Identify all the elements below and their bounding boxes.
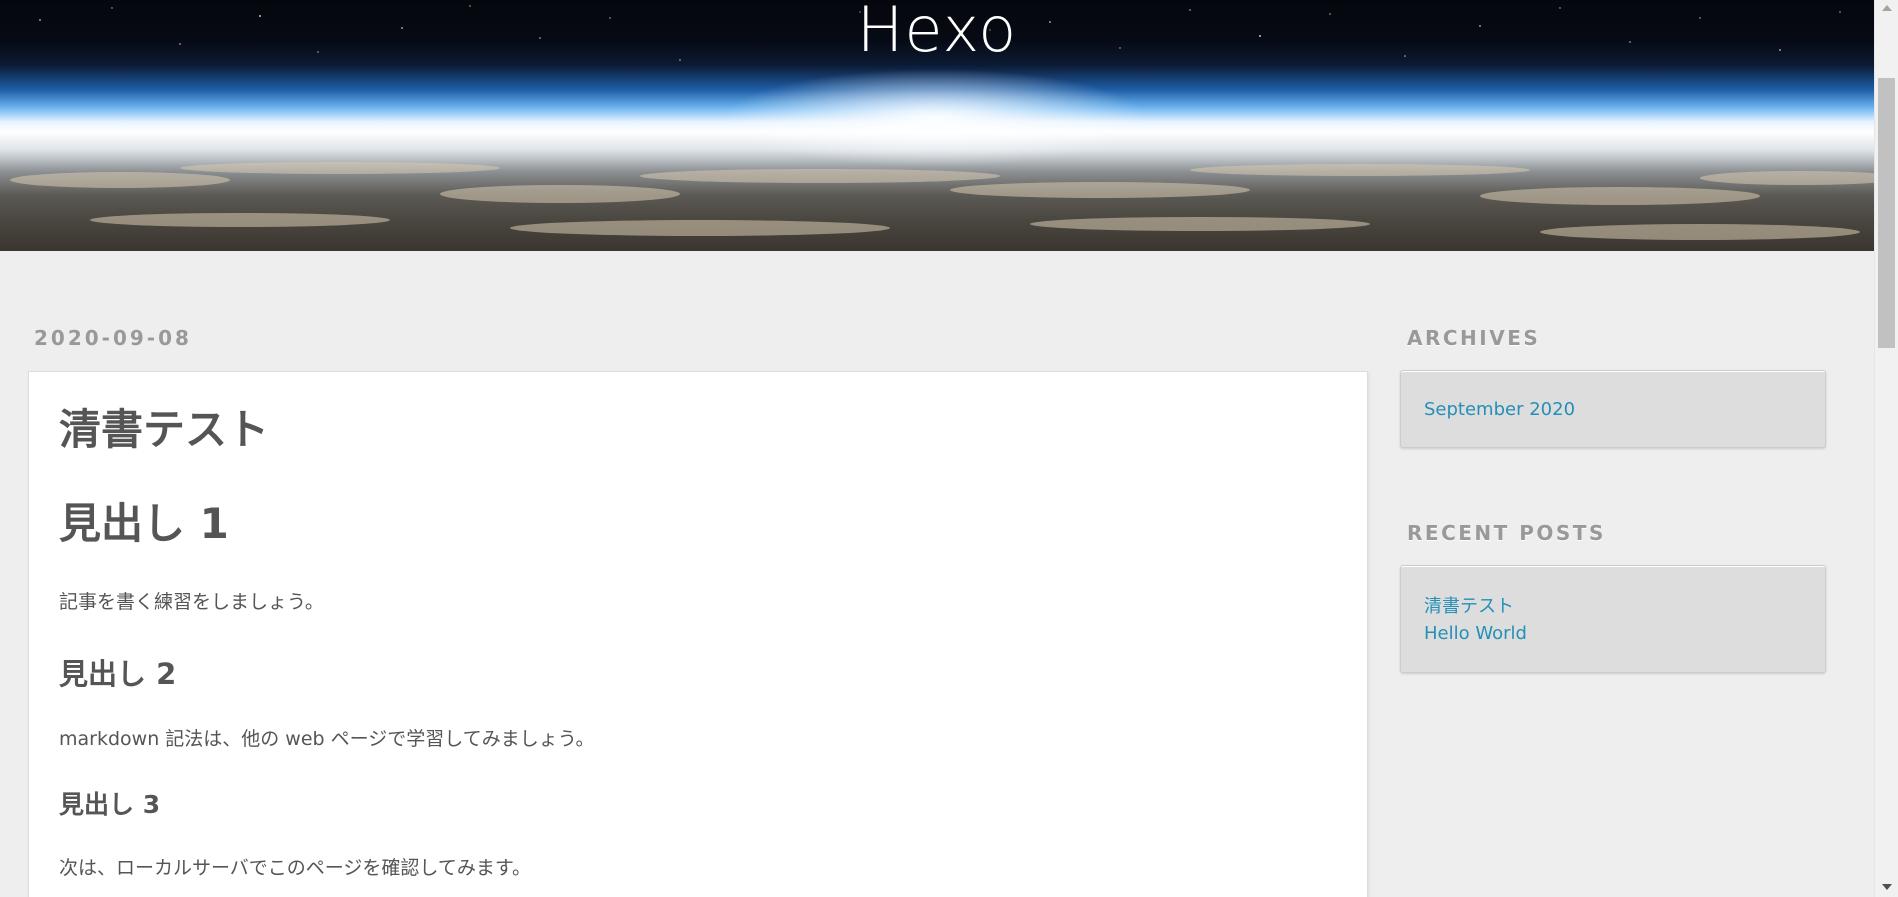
vertical-scrollbar[interactable] — [1874, 0, 1898, 897]
recent-posts-widget: 清書テスト Hello World — [1400, 565, 1826, 673]
scrollbar-thumb[interactable] — [1878, 78, 1895, 348]
site-banner: Hexo — [0, 0, 1874, 251]
site-title-link[interactable]: Hexo — [0, 0, 1874, 66]
article-title[interactable]: 清書テスト — [59, 396, 269, 457]
content-heading-3: 見出し 3 — [59, 790, 161, 819]
archives-widget: September 2020 — [1400, 370, 1826, 448]
recent-posts-widget-title: RECENT POSTS — [1407, 521, 1606, 545]
scroll-down-arrow-icon[interactable] — [1882, 884, 1892, 890]
page: Hexo 2020-09-08 清書テスト 見出し 1 記事を書く練習をしましょ… — [0, 0, 1898, 897]
content-paragraph-2: markdown 記法は、他の web ページで学習してみましょう。 — [59, 728, 595, 750]
clouds-decoration — [10, 162, 1874, 240]
recent-post-link[interactable]: Hello World — [1424, 623, 1527, 644]
article-card: 清書テスト 見出し 1 記事を書く練習をしましょう。 見出し 2 markdow… — [28, 371, 1368, 897]
archives-widget-title: ARCHIVES — [1407, 326, 1541, 350]
content-heading-1: 見出し 1 — [59, 499, 229, 548]
article-date[interactable]: 2020-09-08 — [34, 326, 192, 350]
scroll-up-arrow-icon[interactable] — [1882, 5, 1892, 11]
content-paragraph-1: 記事を書く練習をしましょう。 — [59, 591, 324, 613]
content-heading-2: 見出し 2 — [59, 657, 177, 691]
archive-link-september-2020[interactable]: September 2020 — [1424, 399, 1575, 420]
recent-post-link[interactable]: 清書テスト — [1424, 592, 1514, 618]
content-paragraph-3: 次は、ローカルサーバでこのページを確認してみます。 — [59, 857, 531, 879]
